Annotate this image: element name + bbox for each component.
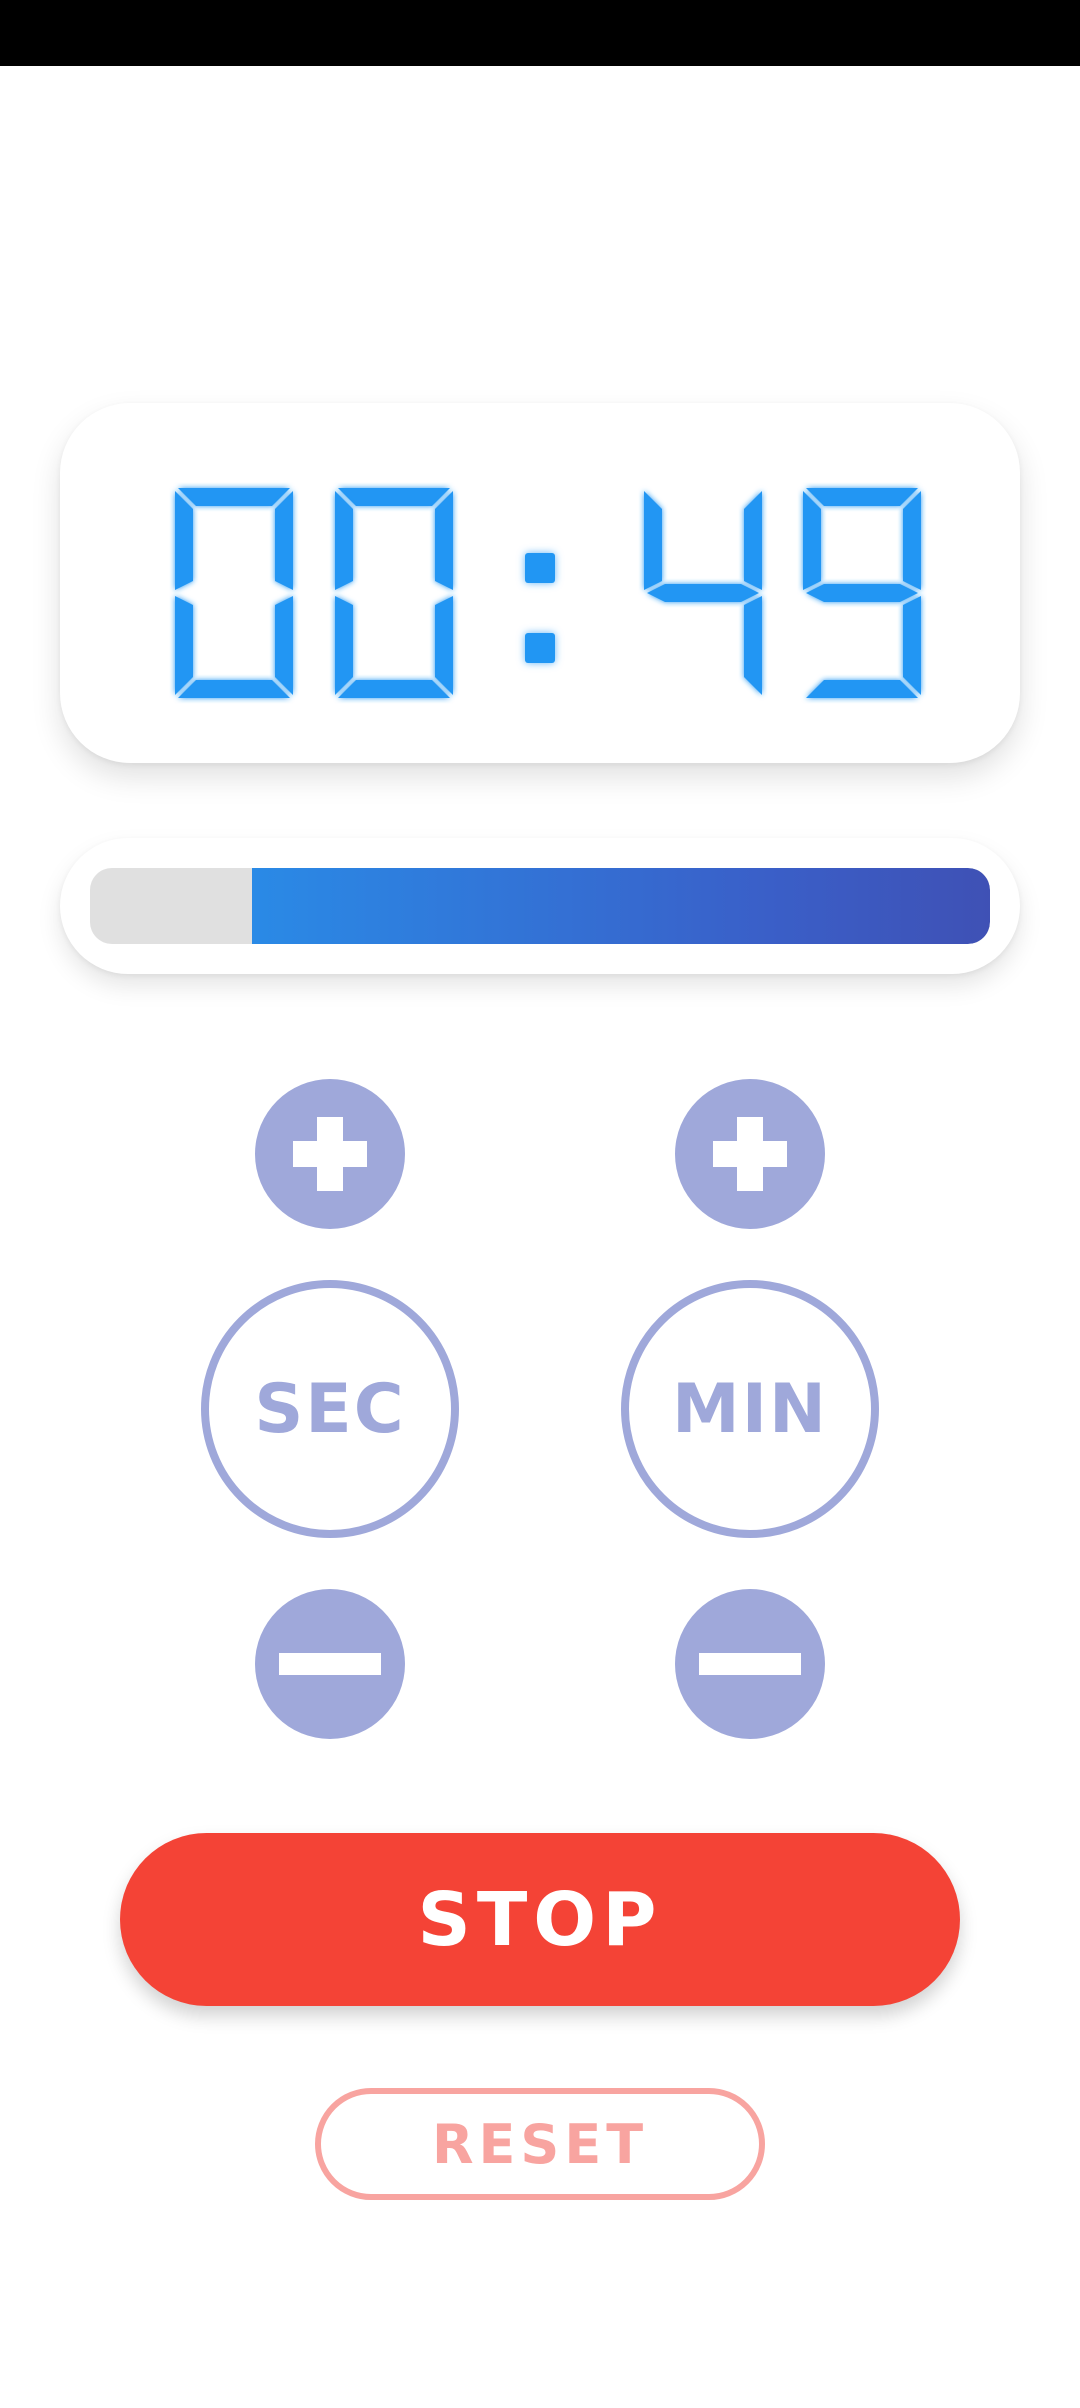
minutes-decrement-button[interactable]: [675, 1589, 825, 1739]
timer-card: [60, 403, 1020, 763]
digit-segment-b: [275, 491, 293, 590]
minutes-ones-digit: [335, 488, 453, 698]
digit-segment-g: [647, 584, 759, 602]
digit-segment-a: [178, 488, 290, 506]
minutes-tens-digit: [175, 488, 293, 698]
progress-bar: [90, 868, 990, 944]
timer-screen: SEC MIN STOP RESET: [0, 0, 1080, 2408]
progress-card: [60, 838, 1020, 974]
minus-icon: [699, 1653, 801, 1675]
plus-icon: [293, 1117, 367, 1191]
seconds-unit-button[interactable]: SEC: [201, 1280, 459, 1538]
plus-icon: [713, 1117, 787, 1191]
digit-segment-b: [435, 491, 453, 590]
seconds-unit-label: SEC: [254, 1369, 406, 1449]
seconds-ones-digit: [803, 488, 921, 698]
digit-segment-e: [335, 596, 353, 695]
digit-segment-d: [178, 680, 290, 698]
reset-button[interactable]: RESET: [315, 2088, 765, 2200]
digit-segment-f: [335, 491, 353, 590]
digit-segment-e: [175, 596, 193, 695]
digit-segment-c: [435, 596, 453, 695]
time-separator: [525, 553, 555, 663]
reset-button-label: RESET: [431, 2112, 649, 2176]
digit-segment-c: [903, 596, 921, 695]
digit-segment-f: [803, 491, 821, 590]
timer-display: [60, 403, 1020, 763]
seconds-increment-button[interactable]: [255, 1079, 405, 1229]
minutes-increment-button[interactable]: [675, 1079, 825, 1229]
minutes-unit-label: MIN: [672, 1369, 828, 1449]
digit-segment-c: [275, 596, 293, 695]
digit-segment-g: [806, 584, 918, 602]
digit-segment-d: [338, 680, 450, 698]
digit-segment-b: [744, 491, 762, 590]
progress-fill: [252, 868, 990, 944]
digit-segment-b: [903, 491, 921, 590]
seconds-decrement-button[interactable]: [255, 1589, 405, 1739]
stop-button[interactable]: STOP: [120, 1833, 960, 2006]
minutes-unit-button[interactable]: MIN: [621, 1280, 879, 1538]
digit-segment-a: [806, 488, 918, 506]
digit-segment-c: [744, 596, 762, 695]
seconds-tens-digit: [644, 491, 762, 695]
minus-icon: [279, 1653, 381, 1675]
digit-segment-f: [175, 491, 193, 590]
stop-button-label: STOP: [417, 1876, 663, 1963]
digit-segment-f: [644, 491, 662, 590]
status-bar: [0, 0, 1080, 66]
digit-segment-d: [806, 680, 918, 698]
digit-segment-a: [338, 488, 450, 506]
